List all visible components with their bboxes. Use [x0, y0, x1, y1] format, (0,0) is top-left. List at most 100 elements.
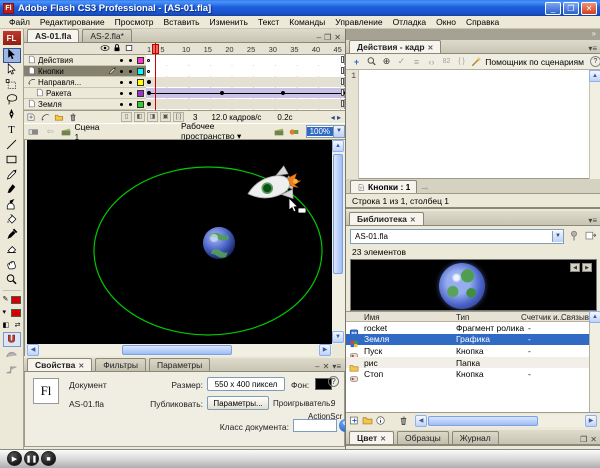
properties-tab-2[interactable]: Фильтры — [95, 358, 146, 371]
edit-symbols-icon[interactable] — [289, 127, 300, 137]
scroll-up-icon[interactable]: ▲ — [332, 140, 344, 152]
scroll-right-icon[interactable]: ▶ — [585, 415, 597, 427]
library-vertical-scrollbar[interactable]: ▲ — [589, 311, 600, 412]
tab-close-icon[interactable]: ✕ — [380, 436, 386, 443]
menu-10[interactable]: Окно — [431, 17, 461, 27]
panel-menu-icon[interactable]: ▾≡ — [588, 216, 597, 225]
library-item-rocket[interactable]: rocketФрагмент ролика- — [346, 322, 589, 334]
panel-menu-icon[interactable]: ▾≡ — [332, 362, 341, 371]
scroll-up-icon[interactable]: ▲ — [589, 70, 600, 82]
play-icon[interactable]: ▶ — [7, 451, 22, 466]
delete-item-icon[interactable] — [398, 415, 409, 426]
scroll-left-icon[interactable]: ◀ — [27, 344, 39, 356]
tab-close-icon[interactable]: ✕ — [78, 363, 84, 370]
layer-row-3[interactable]: Направля... — [24, 77, 146, 88]
layer-lock-dot[interactable] — [129, 59, 132, 62]
script-editor[interactable]: 1 ▲ — [346, 70, 600, 179]
layer-lock-dot[interactable] — [129, 81, 132, 84]
layer-row-1[interactable]: Действия — [24, 55, 146, 66]
layer-frames-1[interactable] — [146, 55, 354, 65]
show-hide-layers-icon[interactable] — [100, 43, 110, 55]
layer-visible-dot[interactable] — [120, 59, 123, 62]
menu-4[interactable]: Вставить — [159, 17, 205, 27]
library-column-1[interactable]: Имя — [364, 313, 380, 322]
bottom-tab-3[interactable]: Журнал — [452, 431, 499, 444]
layer-frames-2[interactable] — [146, 66, 354, 76]
fill-color-control[interactable]: ▾ — [2, 306, 22, 319]
layer-row-5[interactable]: Земля — [24, 99, 146, 110]
library-item-Стоп[interactable]: СтопКнопка- — [346, 368, 589, 380]
line-tool[interactable] — [3, 138, 21, 153]
panel-restore-icon[interactable]: ❐ — [580, 435, 587, 444]
frame-span[interactable] — [146, 55, 345, 65]
stage-horizontal-scrollbar[interactable]: ◀ ▶ — [27, 344, 332, 356]
stroke-color-control[interactable]: ✎ — [2, 293, 22, 306]
new-library-panel-icon[interactable] — [584, 230, 597, 242]
zoom-combo[interactable]: 100% ▼ — [306, 125, 345, 138]
help-icon[interactable]: ? — [590, 56, 600, 67]
scroll-up-icon[interactable]: ▲ — [589, 311, 600, 323]
frames-grid[interactable] — [146, 55, 354, 110]
chevron-down-icon[interactable]: ▼ — [552, 231, 563, 242]
library-item-Земля[interactable]: ЗемляГрафика- — [346, 334, 589, 346]
menu-11[interactable]: Справка — [461, 17, 504, 27]
add-motion-guide-icon[interactable] — [40, 112, 50, 122]
minimize-button[interactable]: _ — [545, 2, 561, 15]
pin-library-icon[interactable] — [568, 230, 580, 242]
swap-colors-icon[interactable]: ⇄ — [15, 322, 21, 329]
find-icon[interactable] — [365, 55, 378, 68]
menu-6[interactable]: Текст — [253, 17, 284, 27]
timeline-scroll-arrows[interactable]: ◂ ▸ — [331, 113, 341, 122]
stop-icon[interactable]: ■ — [41, 451, 56, 466]
library-column-headers[interactable]: ИмяТипСчетчик и...Связыван... — [346, 311, 589, 322]
earth-symbol[interactable] — [203, 227, 235, 259]
add-script-icon[interactable]: + — [350, 55, 363, 68]
selection-tool[interactable] — [3, 48, 21, 63]
hand-tool[interactable] — [3, 258, 21, 273]
outline-layers-icon[interactable] — [124, 43, 134, 55]
script-tab-knopki[interactable]: Кнопки : 1 — [350, 180, 417, 193]
close-button[interactable]: ✕ — [581, 2, 597, 15]
layer-visible-dot[interactable] — [120, 92, 123, 95]
library-item-Пуск[interactable]: ПускКнопка- — [346, 345, 589, 357]
frame-span[interactable] — [146, 66, 345, 76]
stage-vertical-scrollbar[interactable]: ▲ ▼ — [332, 140, 345, 344]
play-preview-back-icon[interactable]: ◀ — [570, 263, 580, 272]
layer-visible-dot[interactable] — [120, 81, 123, 84]
help-icon[interactable]: ? — [328, 376, 339, 387]
insert-layer-icon[interactable] — [26, 112, 36, 122]
menu-8[interactable]: Управление — [330, 17, 387, 27]
panel-close-icon[interactable]: ✕ — [590, 435, 597, 444]
eraser-tool[interactable] — [3, 243, 21, 258]
tab-actions-frame[interactable]: Действия - кадр✕ — [349, 40, 441, 53]
tab-library[interactable]: Библиотека✕ — [349, 212, 424, 225]
chevron-down-icon[interactable]: ▼ — [333, 126, 344, 137]
zoom-tool[interactable] — [3, 273, 21, 288]
publish-settings-button[interactable]: Параметры... — [207, 396, 269, 410]
scene-name[interactable]: Сцена 1 — [74, 122, 103, 142]
scroll-left-icon[interactable]: ◀ — [415, 415, 427, 427]
layer-name[interactable]: Земля — [38, 100, 117, 109]
insert-layer-folder-icon[interactable] — [54, 112, 64, 122]
frame-span[interactable] — [146, 99, 345, 109]
restore-button[interactable]: ❐ — [563, 2, 579, 15]
timeline-toggle-icon[interactable] — [28, 127, 39, 137]
keyframe-f1[interactable] — [147, 102, 151, 106]
scroll-thumb[interactable] — [428, 416, 538, 426]
menu-2[interactable]: Редактирование — [35, 17, 110, 27]
stage-canvas[interactable] — [27, 140, 332, 344]
menu-5[interactable]: Изменить — [205, 17, 253, 27]
center-frame-icon[interactable]: ▯ — [121, 112, 132, 122]
panel-close-icon[interactable]: ✕ — [323, 362, 330, 371]
doc-close-icon[interactable]: ✕ — [334, 33, 341, 42]
onion-skin-outlines-icon[interactable]: ◨ — [147, 112, 158, 122]
workspace-button[interactable]: Рабочее пространство ▾ — [181, 121, 266, 142]
frame-ruler[interactable]: 15101520253035404550 — [146, 43, 354, 55]
layer-frames-4[interactable] — [146, 88, 354, 98]
keyframe-f1[interactable] — [147, 59, 150, 62]
layer-row-2[interactable]: Кнопки — [24, 66, 146, 77]
script-vertical-scrollbar[interactable]: ▲ — [589, 70, 600, 179]
doc-tab-AS2fla[interactable]: AS-2.fla* — [82, 29, 132, 42]
layer-name[interactable]: Направля... — [38, 78, 117, 87]
eyedropper-tool[interactable] — [3, 228, 21, 243]
